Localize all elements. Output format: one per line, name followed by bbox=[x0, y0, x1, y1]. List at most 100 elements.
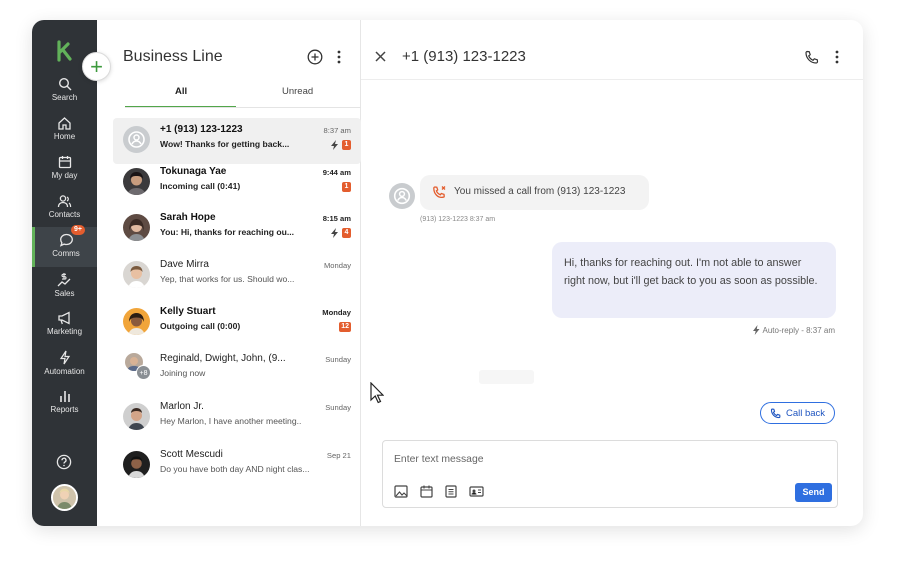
message-snippet: Joining now bbox=[160, 368, 206, 378]
timestamp: 8:15 am bbox=[322, 214, 351, 223]
person-icon bbox=[128, 131, 145, 148]
kebab-menu-icon[interactable] bbox=[337, 50, 341, 64]
call-back-button[interactable]: Call back bbox=[760, 402, 835, 424]
timestamp: Sep 21 bbox=[326, 451, 351, 460]
conversation-row[interactable]: +8 Reginald, Dwight, John, (9... Joining… bbox=[113, 347, 361, 393]
user-avatar[interactable] bbox=[51, 484, 78, 511]
avatar bbox=[123, 168, 150, 195]
search-icon bbox=[58, 77, 71, 91]
contact-name: +1 (913) 123-1223 bbox=[160, 124, 243, 135]
unread-count: 12 bbox=[339, 322, 351, 332]
nav-sales[interactable]: Sales bbox=[32, 272, 97, 310]
auto-reply-meta: Auto-reply - 8:37 am bbox=[752, 325, 835, 335]
conversation-header: +1 (913) 123-1223 bbox=[361, 20, 863, 80]
nav-automation[interactable]: Automation bbox=[32, 350, 97, 388]
nav-label: Reports bbox=[50, 405, 79, 414]
phone-icon[interactable] bbox=[804, 50, 819, 65]
contact-avatar bbox=[389, 183, 415, 209]
row-badges: 1 bbox=[331, 140, 351, 150]
tiny-preview-thumbnail bbox=[479, 370, 534, 384]
message-snippet: Yep, that works for us. Should wo... bbox=[160, 274, 295, 284]
nav-reports[interactable]: Reports bbox=[32, 389, 97, 427]
tabs-divider bbox=[125, 107, 361, 108]
calendar-icon[interactable] bbox=[420, 485, 433, 498]
new-conversation-fab[interactable]: + bbox=[82, 52, 111, 81]
send-button[interactable]: Send bbox=[795, 483, 832, 502]
avatar bbox=[123, 126, 150, 153]
comms-badge: 9+ bbox=[71, 225, 85, 235]
nav-label: My day bbox=[51, 171, 78, 180]
nav-label: Comms bbox=[52, 249, 80, 258]
timestamp: Monday bbox=[322, 308, 351, 317]
timestamp: Sunday bbox=[325, 403, 351, 412]
conversation-row[interactable]: Dave Mirra Yep, that works for us. Shoul… bbox=[113, 253, 361, 299]
missed-call-icon bbox=[433, 186, 446, 198]
image-icon[interactable] bbox=[394, 485, 408, 498]
add-circle-icon[interactable] bbox=[307, 49, 323, 65]
avatar bbox=[123, 403, 150, 430]
conversation-title: +1 (913) 123-1223 bbox=[402, 48, 526, 65]
conversation-row[interactable]: Marlon Jr. Hey Marlon, I have another me… bbox=[113, 395, 361, 441]
app-window: Search Home My day Contacts 9+ Comms Sal… bbox=[32, 20, 863, 526]
nav-label: Contacts bbox=[48, 210, 81, 219]
chat-icon bbox=[59, 233, 73, 247]
contact-name: Tokunaga Yae bbox=[160, 166, 227, 177]
nav-comms[interactable]: 9+ Comms bbox=[32, 225, 97, 267]
document-icon[interactable] bbox=[445, 485, 457, 498]
kebab-menu-icon[interactable] bbox=[835, 50, 839, 64]
help-icon[interactable] bbox=[56, 454, 72, 470]
calendar-icon bbox=[58, 156, 71, 169]
missed-call-text: You missed a call from (913) 123-1223 bbox=[454, 186, 626, 197]
nav-label: Home bbox=[53, 132, 76, 141]
row-badges: 12 bbox=[339, 322, 351, 332]
contact-name: Dave Mirra bbox=[160, 259, 209, 270]
nav-home[interactable]: Home bbox=[32, 116, 97, 154]
conversation-row[interactable]: +1 (913) 123-1223 Wow! Thanks for gettin… bbox=[113, 118, 361, 164]
keap-logo-icon bbox=[57, 40, 72, 62]
row-badges: 4 bbox=[331, 228, 351, 238]
avatar bbox=[123, 261, 150, 288]
nav-search[interactable]: Search bbox=[32, 77, 97, 115]
conversation-row[interactable]: Scott Mescudi Do you have both day AND n… bbox=[113, 443, 361, 489]
row-badges: 1 bbox=[342, 182, 351, 192]
timestamp: 9:44 am bbox=[322, 168, 351, 177]
timestamp: Sunday bbox=[325, 355, 351, 364]
unread-count: 4 bbox=[342, 228, 351, 238]
message-snippet: Outgoing call (0:00) bbox=[160, 321, 241, 331]
unread-count: 1 bbox=[342, 140, 351, 150]
contact-card-icon[interactable] bbox=[469, 485, 484, 498]
megaphone-icon bbox=[58, 311, 70, 325]
list-title: Business Line bbox=[123, 48, 223, 65]
list-actions bbox=[307, 49, 341, 65]
nav-marketing[interactable]: Marketing bbox=[32, 311, 97, 349]
timestamp: Monday bbox=[323, 261, 351, 270]
composer-tools bbox=[394, 485, 484, 498]
message-snippet: Hey Marlon, I have another meeting.. bbox=[160, 416, 302, 426]
timestamp: 8:37 am bbox=[323, 126, 351, 135]
conversation-row[interactable]: Tokunaga Yae Incoming call (0:41) 9:44 a… bbox=[113, 160, 361, 206]
contact-name: Kelly Stuart bbox=[160, 306, 216, 317]
home-icon bbox=[58, 117, 71, 130]
message-snippet: Do you have both day AND night clas... bbox=[160, 464, 310, 474]
tab-all[interactable]: All bbox=[175, 86, 187, 97]
avatar bbox=[123, 214, 150, 241]
outgoing-message-bubble: Hi, thanks for reaching out. I'm not abl… bbox=[552, 242, 836, 318]
message-input[interactable] bbox=[383, 441, 837, 477]
avatar bbox=[123, 451, 150, 478]
left-nav: Search Home My day Contacts 9+ Comms Sal… bbox=[32, 20, 97, 526]
conversation-row[interactable]: Sarah Hope You: Hi, thanks for reaching … bbox=[113, 206, 361, 252]
contact-name: Sarah Hope bbox=[160, 212, 216, 223]
conversation-row[interactable]: Kelly Stuart Outgoing call (0:00) Monday… bbox=[113, 300, 361, 346]
message-snippet: Incoming call (0:41) bbox=[160, 181, 241, 191]
conversation-list-panel: Business Line All Unread +1 (913) 123-12… bbox=[97, 20, 361, 526]
message-snippet: You: Hi, thanks for reaching ou... bbox=[160, 227, 295, 237]
message-composer: Send bbox=[382, 440, 838, 508]
nav-my-day[interactable]: My day bbox=[32, 155, 97, 193]
missed-call-message: You missed a call from (913) 123-1223 bbox=[420, 175, 649, 210]
person-icon bbox=[393, 187, 411, 205]
contacts-icon bbox=[57, 195, 72, 208]
close-icon[interactable] bbox=[375, 51, 386, 62]
nav-label: Marketing bbox=[46, 327, 83, 336]
tab-unread[interactable]: Unread bbox=[282, 86, 313, 97]
nav-label: Search bbox=[51, 93, 78, 102]
